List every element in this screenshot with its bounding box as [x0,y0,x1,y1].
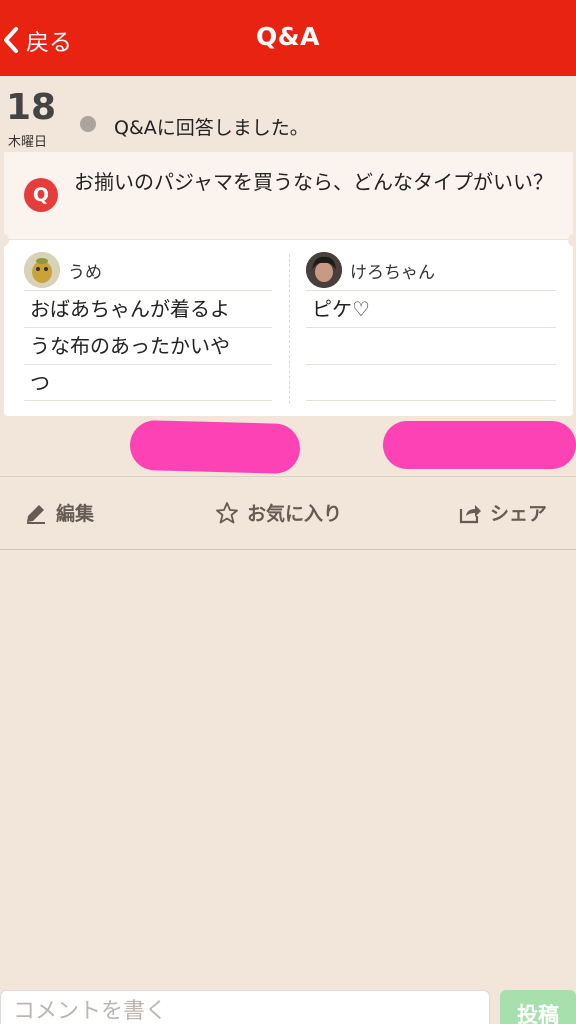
question-section: Q お揃いのパジャマを買うなら、どんなタイプがいい？ [4,152,573,240]
question-badge: Q [24,178,58,212]
edit-button[interactable]: 編集 [24,499,94,526]
star-icon [216,501,238,523]
answer-line: ピケ♡ [306,290,556,327]
mascot-avatar-icon [24,252,60,288]
card-notch-left [0,234,9,246]
avatar[interactable] [306,252,342,288]
nav-header: 戻る Q&A [0,0,576,76]
comment-bar: 投稿 [0,988,576,1024]
page-title: Q&A [256,22,320,51]
answer-line: つ [24,364,272,401]
avatar[interactable] [24,252,60,288]
status-dot [80,116,96,132]
answer-line: うな布のあったかいや [24,327,272,364]
question-text: お揃いのパジャマを買うなら、どんなタイプがいい？ [74,170,553,194]
qa-card: Q お揃いのパジャマを買うなら、どんなタイプがいい？ うめ おばあちゃんが着るよ… [0,152,576,416]
user-name: うめ [68,262,102,283]
person-avatar-icon [306,252,342,288]
answer-column-ume: うめ おばあちゃんが着るよ うな布のあったかいや つ [24,250,272,401]
favorite-button[interactable]: お気に入り [215,499,342,526]
share-icon [459,504,481,523]
answer-column-kerochan: けろちゃん ピケ♡ [306,250,556,401]
comment-input[interactable] [0,990,490,1024]
card-notch-right [568,234,576,246]
answer-line [306,364,556,401]
status-text: Q&Aに回答しました。 [114,117,309,139]
redaction-mark [129,419,301,475]
answer-user: うめ [24,250,272,290]
answer-line: おばあちゃんが着るよ [24,290,272,327]
user-name: けろちゃん [350,262,435,283]
favorite-label: お気に入り [247,503,343,525]
pencil-icon [27,504,45,524]
answer-user: けろちゃん [306,250,556,290]
answer-line [306,327,556,364]
action-bar: 編集 お気に入り シェア [0,476,576,550]
share-label: シェア [490,503,548,525]
column-divider [289,254,290,404]
weekday-label: 木曜日 [8,135,48,150]
date-number: 18 [6,87,57,128]
redaction-mark [383,421,576,469]
post-button[interactable]: 投稿 [500,990,576,1024]
edit-label: 編集 [56,503,95,525]
share-button[interactable]: シェア [458,499,547,526]
